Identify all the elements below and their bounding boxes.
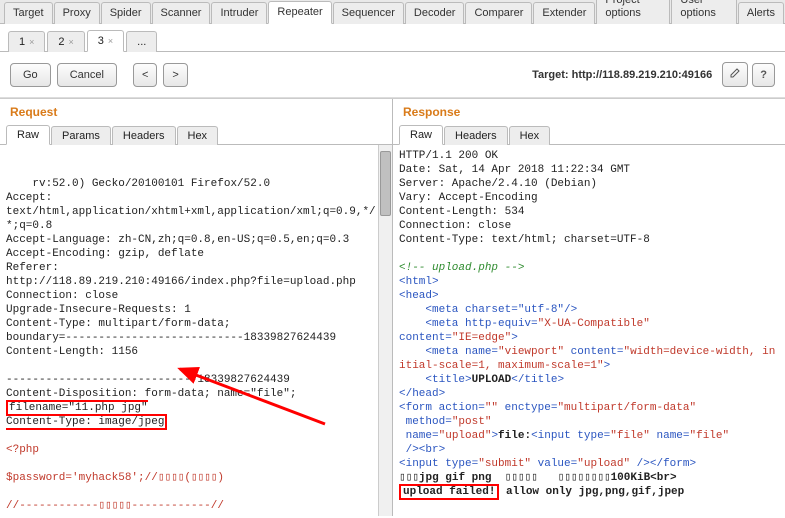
response-pane: Response RawHeadersHex HTTP/1.1 200 OK D… [393,99,785,516]
request-tab-headers[interactable]: Headers [112,126,176,145]
annotation-arrow [170,364,330,439]
repeater-toolbar: Go Cancel < > Target: http://118.89.219.… [0,52,785,98]
pencil-icon [730,68,740,78]
main-tab-decoder[interactable]: Decoder [405,2,465,24]
request-php-payload: <?php $password='myhack58';//▯▯▯▯(▯▯▯▯) … [6,444,224,516]
main-tab-target[interactable]: Target [4,2,53,24]
request-pane: Request RawParamsHeadersHex rv:52.0) Gec… [0,99,393,516]
main-tab-spider[interactable]: Spider [101,2,151,24]
repeater-tab-3[interactable]: 3× [87,30,124,52]
close-icon[interactable]: × [108,36,113,46]
main-tab-alerts[interactable]: Alerts [738,2,784,24]
response-tab-hex[interactable]: Hex [509,126,551,145]
go-button[interactable]: Go [10,63,51,87]
repeater-subtabs: 1×2×3×... [0,24,785,52]
main-tab-sequencer[interactable]: Sequencer [333,2,404,24]
response-tab-raw[interactable]: Raw [399,125,443,145]
main-tab-comparer[interactable]: Comparer [465,2,532,24]
help-button[interactable]: ? [752,63,775,87]
response-tab-headers[interactable]: Headers [444,126,508,145]
edit-target-button[interactable] [722,62,748,87]
main-tab-extender[interactable]: Extender [533,2,595,24]
main-tab-user-options[interactable]: User options [671,0,737,24]
repeater-tab-2[interactable]: 2× [47,31,84,52]
repeater-tab-label: 1 [19,36,25,48]
response-tabs: RawHeadersHex [393,123,785,145]
request-tab-raw[interactable]: Raw [6,125,50,145]
repeater-tab-label: 3 [98,35,104,47]
filename-highlight: filename="11.php jpg" Content-Type: imag… [6,400,167,430]
cancel-button[interactable]: Cancel [57,63,117,87]
prev-button[interactable]: < [133,63,157,87]
request-tabs: RawParamsHeadersHex [0,123,392,145]
request-tab-hex[interactable]: Hex [177,126,219,145]
request-tab-params[interactable]: Params [51,126,111,145]
main-tab-intruder[interactable]: Intruder [211,2,267,24]
close-icon[interactable]: × [69,37,74,47]
request-raw-editor[interactable]: rv:52.0) Gecko/20100101 Firefox/52.0 Acc… [0,145,392,516]
next-button[interactable]: > [163,63,187,87]
help-icon: ? [760,69,767,81]
main-tab-proxy[interactable]: Proxy [54,2,100,24]
response-raw-viewer[interactable]: HTTP/1.1 200 OK Date: Sat, 14 Apr 2018 1… [393,145,785,516]
request-scrollbar[interactable] [378,145,392,516]
target-label: Target: http://118.89.219.210:49166 [532,69,712,81]
main-tab-strip: TargetProxySpiderScannerIntruderRepeater… [0,0,785,24]
main-tab-project-options[interactable]: Project options [596,0,670,24]
repeater-tab-label: 2 [58,36,64,48]
response-title: Response [393,99,785,123]
repeater-tab-1[interactable]: 1× [8,31,45,52]
repeater-panes: Request RawParamsHeadersHex rv:52.0) Gec… [0,98,785,516]
request-title: Request [0,99,392,123]
repeater-tab-label: ... [137,36,146,48]
repeater-tab-...[interactable]: ... [126,31,157,52]
main-tab-scanner[interactable]: Scanner [152,2,211,24]
close-icon[interactable]: × [29,37,34,47]
main-tab-repeater[interactable]: Repeater [268,1,331,24]
upload-failed-highlight: upload failed! [399,484,499,500]
